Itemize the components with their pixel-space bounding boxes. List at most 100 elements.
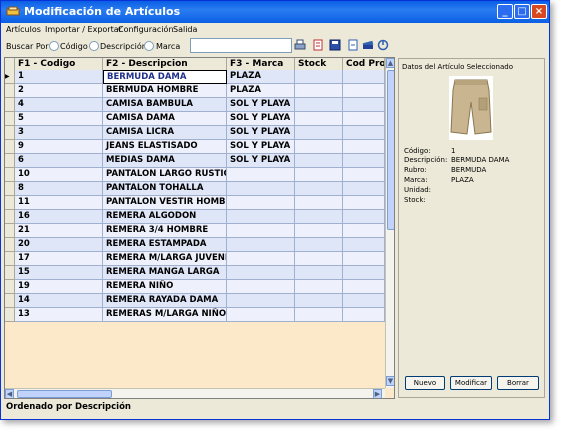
table-row[interactable]: 3 CAMISA LICRA SOL Y PLAYA <box>5 126 385 140</box>
column-descripcion[interactable]: F2 - Descripcion <box>103 58 227 70</box>
cell-cod-pro[interactable] <box>343 308 385 322</box>
cell-cod-pro[interactable] <box>343 210 385 224</box>
table-row[interactable]: 8 PANTALON TOHALLA <box>5 182 385 196</box>
printer-icon[interactable] <box>294 39 306 51</box>
table-row[interactable]: 17 REMERA M/LARGA JUVENIL <box>5 252 385 266</box>
cell-cod-pro[interactable] <box>343 238 385 252</box>
table-row[interactable]: ▶ 1 BERMUDA DAMA PLAZA <box>5 70 385 84</box>
cell-descripcion[interactable]: BERMUDA HOMBRE <box>103 84 227 98</box>
cell-cod-pro[interactable] <box>343 252 385 266</box>
borrar-button[interactable]: Borrar <box>497 376 539 390</box>
cell-codigo[interactable]: 11 <box>15 196 103 210</box>
cell-marca[interactable]: SOL Y PLAYA <box>227 154 295 168</box>
document-icon[interactable] <box>312 39 324 51</box>
cell-stock[interactable] <box>295 168 343 182</box>
cell-marca[interactable] <box>227 294 295 308</box>
table-row[interactable]: 19 REMERA NIÑO <box>5 280 385 294</box>
radio-marca[interactable] <box>144 41 154 51</box>
table-row[interactable]: 21 REMERA 3/4 HOMBRE <box>5 224 385 238</box>
row-selector[interactable] <box>5 168 15 182</box>
cell-descripcion[interactable]: REMERA ESTAMPADA <box>103 238 227 252</box>
horizontal-scroll-thumb[interactable] <box>17 390 112 398</box>
cell-cod-pro[interactable] <box>343 280 385 294</box>
cell-codigo[interactable]: 10 <box>15 168 103 182</box>
cell-cod-pro[interactable] <box>343 126 385 140</box>
cell-cod-pro[interactable] <box>343 224 385 238</box>
cell-marca[interactable] <box>227 224 295 238</box>
cell-descripcion[interactable]: REMERA NIÑO <box>103 280 227 294</box>
cell-descripcion[interactable]: REMERA 3/4 HOMBRE <box>103 224 227 238</box>
table-row[interactable]: 13 REMERAS M/LARGA NIÑO <box>5 308 385 322</box>
row-selector[interactable] <box>5 210 15 224</box>
cell-descripcion[interactable]: REMERA ALGODON <box>103 210 227 224</box>
table-row[interactable]: 6 MEDIAS DAMA SOL Y PLAYA <box>5 154 385 168</box>
cell-descripcion[interactable]: CAMISA DAMA <box>103 112 227 126</box>
cell-cod-pro[interactable] <box>343 70 385 84</box>
cell-marca[interactable]: SOL Y PLAYA <box>227 112 295 126</box>
row-selector[interactable] <box>5 140 15 154</box>
cell-descripcion[interactable]: JEANS ELASTISADO <box>103 140 227 154</box>
cell-stock[interactable] <box>295 280 343 294</box>
cell-descripcion[interactable]: BERMUDA DAMA <box>103 70 227 84</box>
cell-descripcion[interactable]: REMERA M/LARGA JUVENIL <box>103 252 227 266</box>
horizontal-scrollbar[interactable]: ◀ ▶ <box>5 388 385 398</box>
table-row[interactable]: 14 REMERA RAYADA DAMA <box>5 294 385 308</box>
cell-marca[interactable] <box>227 252 295 266</box>
cell-descripcion[interactable]: REMERA RAYADA DAMA <box>103 294 227 308</box>
cell-codigo[interactable]: 16 <box>15 210 103 224</box>
scroll-down-arrow[interactable]: ▼ <box>386 376 394 386</box>
table-row[interactable]: 15 REMERA MANGA LARGA <box>5 266 385 280</box>
cell-marca[interactable] <box>227 182 295 196</box>
cell-marca[interactable] <box>227 168 295 182</box>
cell-cod-pro[interactable] <box>343 84 385 98</box>
cell-marca[interactable] <box>227 210 295 224</box>
menu-importar-exportar[interactable]: Importar / Exportar <box>45 25 122 34</box>
cell-codigo[interactable]: 6 <box>15 154 103 168</box>
vertical-scrollbar[interactable]: ▲ ▼ <box>385 58 394 388</box>
row-selector[interactable] <box>5 154 15 168</box>
cell-codigo[interactable]: 13 <box>15 308 103 322</box>
row-selector[interactable]: ▶ <box>5 70 15 84</box>
table-row[interactable]: 16 REMERA ALGODON <box>5 210 385 224</box>
cell-stock[interactable] <box>295 182 343 196</box>
cell-codigo[interactable]: 8 <box>15 182 103 196</box>
cell-marca[interactable] <box>227 308 295 322</box>
cell-marca[interactable]: PLAZA <box>227 84 295 98</box>
cell-marca[interactable]: SOL Y PLAYA <box>227 98 295 112</box>
radio-codigo[interactable] <box>49 41 59 51</box>
row-selector[interactable] <box>5 84 15 98</box>
scroll-left-arrow[interactable]: ◀ <box>5 389 14 398</box>
table-row[interactable]: 5 CAMISA DAMA SOL Y PLAYA <box>5 112 385 126</box>
cell-cod-pro[interactable] <box>343 154 385 168</box>
close-button[interactable]: × <box>531 4 547 19</box>
cell-descripcion[interactable]: REMERAS M/LARGA NIÑO <box>103 308 227 322</box>
vertical-scroll-thumb[interactable] <box>387 70 394 230</box>
cell-codigo[interactable]: 5 <box>15 112 103 126</box>
cell-codigo[interactable]: 21 <box>15 224 103 238</box>
cell-marca[interactable]: SOL Y PLAYA <box>227 126 295 140</box>
cell-stock[interactable] <box>295 238 343 252</box>
cell-cod-pro[interactable] <box>343 98 385 112</box>
cell-descripcion[interactable]: CAMISA BAMBULA <box>103 98 227 112</box>
search-input[interactable] <box>190 38 292 53</box>
table-row[interactable]: 4 CAMISA BAMBULA SOL Y PLAYA <box>5 98 385 112</box>
cell-cod-pro[interactable] <box>343 140 385 154</box>
cell-cod-pro[interactable] <box>343 294 385 308</box>
cell-stock[interactable] <box>295 294 343 308</box>
cell-codigo[interactable]: 15 <box>15 266 103 280</box>
cell-descripcion[interactable]: PANTALON TOHALLA <box>103 182 227 196</box>
row-selector[interactable] <box>5 308 15 322</box>
menu-salida[interactable]: Salida <box>173 25 197 34</box>
cell-codigo[interactable]: 2 <box>15 84 103 98</box>
cell-stock[interactable] <box>295 84 343 98</box>
column-stock[interactable]: Stock <box>295 58 343 70</box>
cell-marca[interactable] <box>227 238 295 252</box>
cell-descripcion[interactable]: PANTALON LARGO RUSTICO <box>103 168 227 182</box>
table-row[interactable]: 2 BERMUDA HOMBRE PLAZA <box>5 84 385 98</box>
row-selector[interactable] <box>5 126 15 140</box>
cell-cod-pro[interactable] <box>343 266 385 280</box>
title-bar[interactable]: Modificación de Artículos _ □ × <box>1 1 549 23</box>
cell-descripcion[interactable]: CAMISA LICRA <box>103 126 227 140</box>
column-marca[interactable]: F3 - Marca <box>227 58 295 70</box>
scroll-right-arrow[interactable]: ▶ <box>373 389 382 398</box>
